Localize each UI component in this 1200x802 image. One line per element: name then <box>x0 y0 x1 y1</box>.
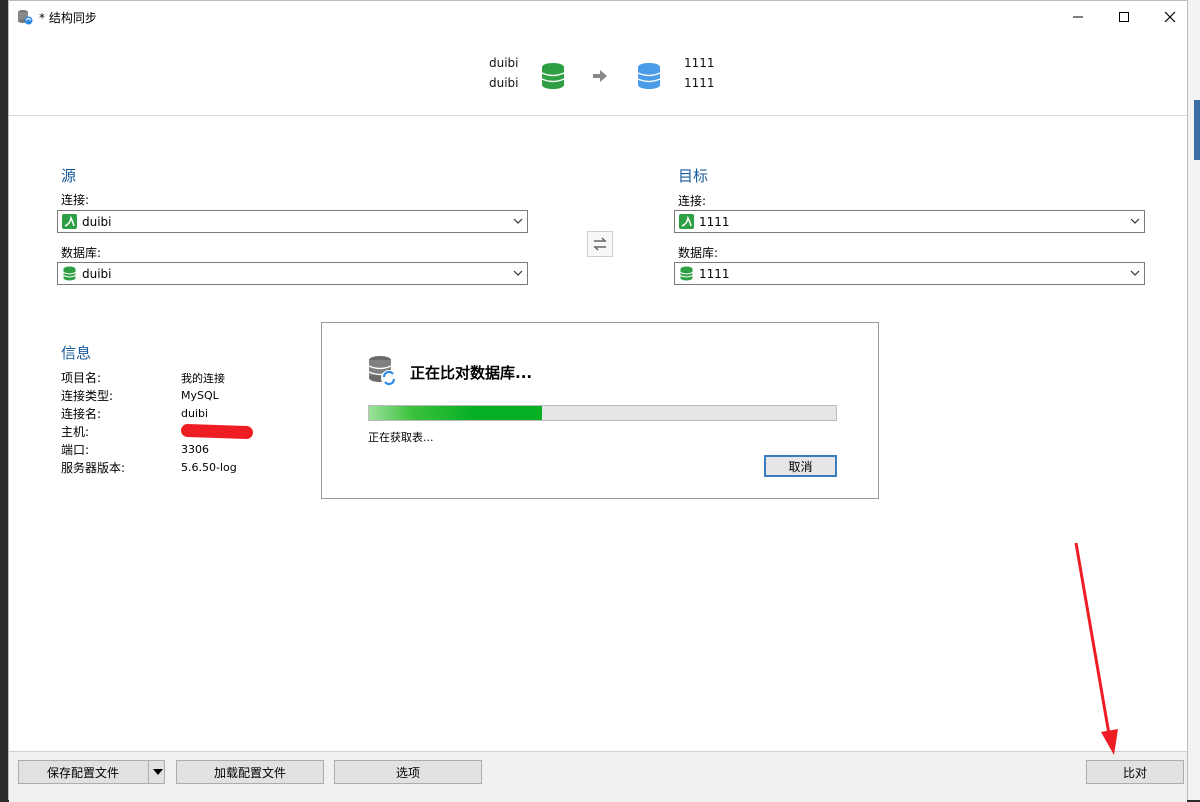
mysql-connection-icon <box>679 214 694 229</box>
source-database-value: duibi <box>82 267 112 281</box>
title-bar: * 结构同步 <box>9 1 1187 33</box>
target-connection-name: 1111 <box>684 56 715 70</box>
source-database-icon <box>541 63 565 89</box>
source-connection-name: duibi <box>489 56 519 70</box>
save-config-label: 保存配置文件 <box>46 765 119 780</box>
chevron-down-icon <box>1130 270 1140 276</box>
source-connection-value: duibi <box>82 215 112 229</box>
maximize-button[interactable] <box>1101 1 1147 33</box>
sync-summary-header: duibi duibi 1111 1111 <box>9 33 1187 116</box>
progress-fill <box>369 406 542 420</box>
compare-progress-dialog: 正在比对数据库... 正在获取表... 取消 <box>321 322 879 499</box>
target-database-icon <box>637 63 661 89</box>
close-icon <box>1164 11 1176 23</box>
target-connection-select[interactable]: 1111 <box>674 210 1145 233</box>
chevron-down-icon <box>1130 218 1140 224</box>
info-section-title: 信息 <box>61 344 92 362</box>
database-icon <box>680 266 693 281</box>
chevron-down-icon <box>513 270 523 276</box>
structure-sync-window: * 结构同步 duibi duibi 1111 1111 源 连接: duibi… <box>8 0 1188 802</box>
target-connection-value: 1111 <box>699 215 730 229</box>
compare-button[interactable]: 比对 <box>1086 760 1184 784</box>
info-value-project: 我的连接 <box>181 372 225 385</box>
info-key-connection-type: 连接类型: <box>61 389 114 403</box>
source-database-name: duibi <box>489 76 519 90</box>
dropdown-triangle-icon <box>152 769 163 775</box>
cancel-button[interactable]: 取消 <box>764 455 837 477</box>
chevron-down-icon <box>513 218 523 224</box>
dialog-title: 正在比对数据库... <box>410 364 533 382</box>
info-key-project: 项目名: <box>61 371 102 385</box>
info-key-server-version: 服务器版本: <box>61 461 126 475</box>
maximize-icon <box>1119 12 1129 22</box>
info-key-host: 主机: <box>61 425 90 439</box>
arrow-right-icon <box>593 70 607 82</box>
close-button[interactable] <box>1147 1 1193 33</box>
database-sync-icon <box>368 356 397 386</box>
info-key-port: 端口: <box>61 443 90 457</box>
source-database-select[interactable]: duibi <box>57 262 528 285</box>
redaction-mark <box>180 423 254 440</box>
source-connection-select[interactable]: duibi <box>57 210 528 233</box>
info-value-connection-name: duibi <box>181 407 209 420</box>
info-value-connection-type: MySQL <box>181 389 219 402</box>
target-database-value: 1111 <box>699 267 730 281</box>
target-connection-label: 连接: <box>678 194 707 208</box>
target-database-label: 数据库: <box>678 246 719 260</box>
swap-source-target-button[interactable] <box>587 231 613 257</box>
source-section-title: 源 <box>61 167 77 185</box>
structure-sync-icon <box>18 10 33 25</box>
background-fragment <box>1194 100 1200 160</box>
info-value-port: 3306 <box>181 443 209 456</box>
target-database-select[interactable]: 1111 <box>674 262 1145 285</box>
mysql-connection-icon <box>62 214 77 229</box>
minimize-button[interactable] <box>1055 1 1101 33</box>
source-database-label: 数据库: <box>61 246 102 260</box>
save-config-button[interactable]: 保存配置文件 <box>18 760 165 784</box>
target-database-name: 1111 <box>684 76 715 90</box>
options-button[interactable]: 选项 <box>334 760 482 784</box>
database-icon <box>63 266 76 281</box>
load-config-button[interactable]: 加载配置文件 <box>176 760 324 784</box>
info-value-server-version: 5.6.50-log <box>181 461 237 474</box>
compare-progress-bar <box>368 405 837 421</box>
minimize-icon <box>1073 16 1083 18</box>
source-connection-label: 连接: <box>61 193 90 207</box>
window-title: * 结构同步 <box>39 11 97 25</box>
background-window <box>1188 0 1200 800</box>
save-config-dropdown[interactable] <box>148 761 166 783</box>
swap-icon <box>593 237 607 251</box>
info-key-connection-name: 连接名: <box>61 407 102 421</box>
target-section-title: 目标 <box>678 167 709 185</box>
dialog-status-text: 正在获取表... <box>368 431 434 444</box>
